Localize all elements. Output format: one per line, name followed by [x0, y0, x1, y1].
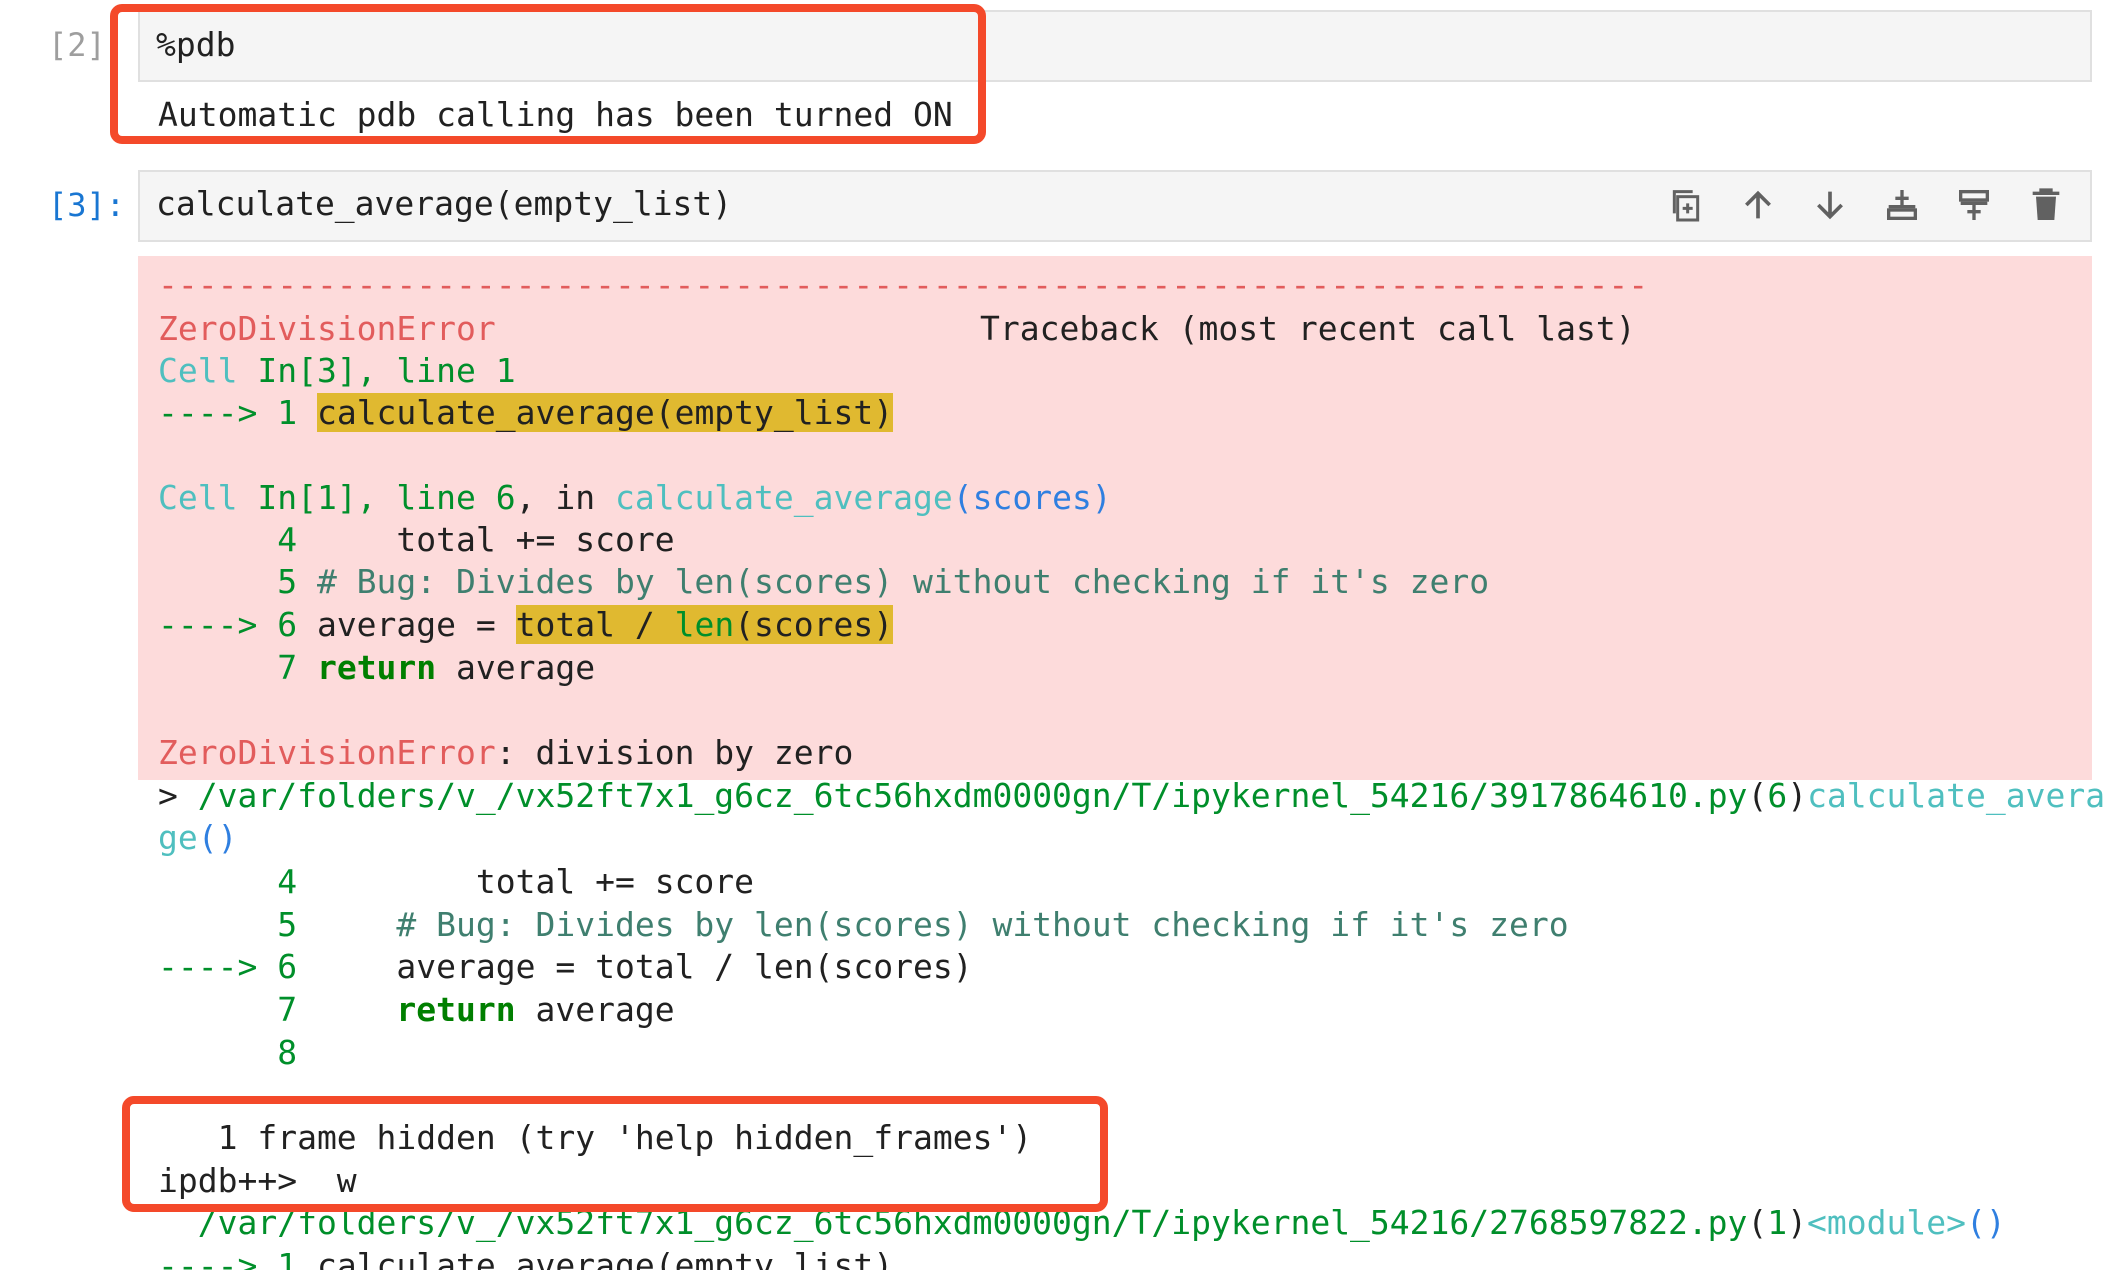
cell-3-code: calculate_average(empty_list): [156, 184, 733, 223]
pdb-line-6: ----> 6 average = total / len(scores): [158, 947, 973, 986]
insert-above-icon: [1887, 190, 1917, 220]
source-line-5: 5 # Bug: Divides by len(scores) without …: [158, 562, 1490, 601]
source-line-7: 7 return average: [158, 648, 596, 687]
delete-cell-button[interactable]: [2010, 175, 2082, 235]
arrow-down-icon: [1817, 191, 1843, 220]
pdb-location-line: > /var/folders/v_/vx52ft7x1_g6cz_6tc56hx…: [158, 776, 2106, 815]
notebook-page: [2] %pdb Automatic pdb calling has been …: [0, 0, 2106, 1270]
error-name: ZeroDivisionError: [158, 309, 496, 348]
cell-2-prompt: [2]: [48, 26, 106, 64]
pdb-location-wrap: ge(): [158, 818, 238, 857]
insert-below-button[interactable]: [1938, 175, 2010, 235]
pdb-line-8: 8: [158, 1033, 298, 1072]
pdb-line-7: 7 return average: [158, 990, 675, 1029]
duplicate-cell-button[interactable]: [1650, 175, 1722, 235]
highlight-box-pdb-on: [110, 4, 986, 144]
insert-above-button[interactable]: [1866, 175, 1938, 235]
arrow-line-1: ----> 1 calculate_average(empty_list): [158, 393, 894, 432]
source-line-6: ----> 6 average = total / len(scores): [158, 605, 894, 644]
pdb-line-5: 5 # Bug: Divides by len(scores) without …: [158, 905, 1569, 944]
duplicate-icon: [1672, 190, 1700, 222]
where-arrow-line: ----> 1 calculate_average(empty_list): [158, 1246, 894, 1270]
final-error-line: ZeroDivisionError: division by zero: [158, 733, 854, 772]
cell-in1-line: Cell In[1], line 6, in calculate_average…: [158, 478, 1112, 517]
traceback-dashes: ----------------------------------------…: [158, 265, 1649, 304]
pdb-line-4: 4 total += score: [158, 862, 755, 901]
move-down-button[interactable]: [1794, 175, 1866, 235]
traceback-header: Traceback (most recent call last): [980, 309, 1636, 348]
source-line-4: 4 total += score: [158, 520, 675, 559]
cell-3-prompt: [3]:: [48, 186, 126, 224]
cell-toolbar: [1650, 175, 2082, 235]
cell-in3-line: Cell In[3], line 1: [158, 351, 516, 390]
move-up-button[interactable]: [1722, 175, 1794, 235]
trash-icon: [2032, 188, 2060, 220]
insert-below-icon: [1959, 190, 1989, 220]
highlight-box-ipdb: [122, 1096, 1108, 1212]
arrow-up-icon: [1745, 190, 1771, 219]
